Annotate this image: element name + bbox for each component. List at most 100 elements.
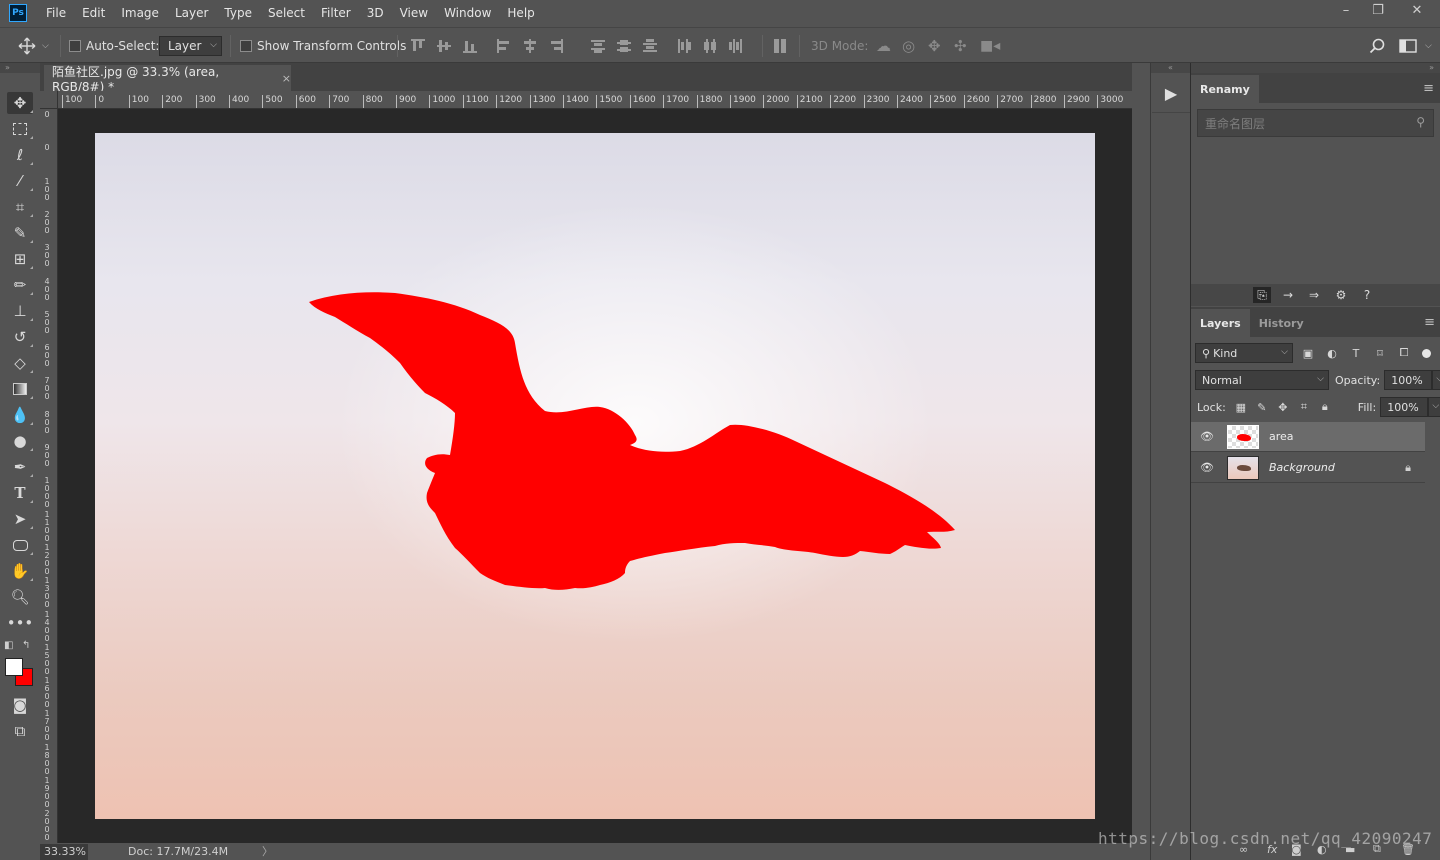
foreground-color-swatch[interactable] [5,658,23,676]
filter-adjustment-icon[interactable]: ◐ [1323,345,1341,361]
vertical-ruler[interactable]: 0 0 1 0 0 2 0 0 3 0 0 4 0 0 5 0 0 6 0 0 7 0 0 8 0… [40,109,58,843]
filter-pixel-icon[interactable]: ▣ [1299,345,1317,361]
3d-pan-button[interactable]: ✥ [928,28,941,64]
minimize-button[interactable]: – [1330,0,1362,20]
healing-tool[interactable]: ⊞ [7,248,33,270]
align-top-button[interactable] [410,28,426,64]
3d-roll-button[interactable]: ◎ [902,28,915,64]
blur-tool[interactable]: 💧 [7,404,33,426]
swap-colors-icon[interactable]: ↰ [22,640,30,651]
gradient-tool[interactable] [7,378,33,400]
history-brush-tool[interactable]: ↺ [7,326,33,348]
hand-tool[interactable]: ✋ [7,560,33,582]
tab-layers[interactable]: Layers [1191,309,1250,337]
3d-orbit-button[interactable]: ☁ [876,28,891,64]
close-button[interactable]: ✕ [1394,0,1440,20]
eraser-tool[interactable]: ◇ [7,352,33,374]
layer-row-area[interactable]: 👁︎ area [1191,422,1425,452]
workspace-button[interactable]: ⌵ [1399,28,1432,64]
distribute-left-button[interactable] [676,28,692,64]
horizontal-ruler[interactable]: 100 0 100 200 300 400 500 600 700 800 900 1000 1100 1… [58,91,1132,109]
menu-image[interactable]: Image [113,0,167,26]
magic-wand-tool[interactable]: ⁄ [7,170,33,192]
quick-mask-button[interactable]: ◙ [7,694,33,716]
menu-file[interactable]: File [38,0,74,26]
eyedropper-tool[interactable]: ✎ [7,222,33,244]
arrow-right-icon[interactable]: → [1279,287,1297,303]
type-tool[interactable]: T [7,482,33,504]
filter-type-icon[interactable]: T [1347,345,1365,361]
close-tab-icon[interactable]: × [282,72,291,85]
menu-layer[interactable]: Layer [167,0,216,26]
gear-icon[interactable]: ⚙ [1332,287,1350,303]
auto-align-button[interactable] [772,28,788,64]
tab-history[interactable]: History [1250,309,1313,337]
move-tool[interactable]: ✥ [7,92,33,114]
tab-renamy[interactable]: Renamy [1191,75,1259,103]
default-colors-icon[interactable]: ◧ [4,640,13,651]
panel-menu-icon[interactable]: ≡ [1424,315,1435,330]
lock-transparency-icon[interactable]: ▦ [1232,399,1250,415]
distribute-hcenter-button[interactable] [702,28,718,64]
distribute-top-button[interactable] [590,28,606,64]
document-tab[interactable]: 陌鱼社区.jpg @ 33.3% (area, RGB/8#) * × [44,65,291,94]
lasso-tool[interactable]: ℓ [7,144,33,166]
actions-panel-button[interactable]: ▶ [1152,75,1190,113]
filter-smart-object-icon[interactable]: ⧠ [1395,345,1413,361]
shape-tool[interactable] [7,534,33,556]
more-tools[interactable]: ••• [7,612,34,634]
menu-edit[interactable]: Edit [74,0,113,26]
3d-slide-button[interactable]: ✣ [954,28,967,64]
align-right-button[interactable] [548,28,564,64]
rename-layer-input[interactable]: 重命名图层 ⚲ [1197,109,1434,137]
auto-select-check[interactable] [69,40,81,52]
align-left-button[interactable] [496,28,512,64]
opacity-field[interactable]: 100% [1384,370,1433,390]
pen-tool[interactable]: ✒ [7,456,33,478]
menu-filter[interactable]: Filter [313,0,359,26]
blend-mode-dropdown[interactable]: Normal ⌵ [1195,370,1329,390]
menu-view[interactable]: View [392,0,436,26]
fill-field[interactable]: 100% [1380,397,1429,417]
search-button[interactable] [1369,28,1385,64]
menu-window[interactable]: Window [436,0,499,26]
distribute-bottom-button[interactable] [642,28,658,64]
distribute-vcenter-button[interactable] [616,28,632,64]
move-tool-preset[interactable]: ⌵ [18,28,49,64]
path-select-tool[interactable]: ➤ [7,508,33,530]
menu-type[interactable]: Type [216,0,260,26]
opacity-dropdown[interactable]: ⌵ [1432,370,1440,390]
strip-collapse[interactable]: « [1151,63,1190,73]
lock-position-icon[interactable]: ✥ [1274,399,1292,415]
toolbar-collapse[interactable]: » [0,63,40,73]
align-bottom-button[interactable] [462,28,478,64]
menu-3d[interactable]: 3D [359,0,392,26]
rename-icon[interactable]: ⎘ [1253,287,1271,303]
panels-collapse[interactable]: » [1191,63,1440,73]
align-hcenter-button[interactable] [522,28,538,64]
filter-toggle[interactable] [1417,345,1435,361]
filter-shape-icon[interactable]: ⌑ [1371,345,1389,361]
filter-kind-dropdown[interactable]: ⚲ Kind ⌵ [1195,343,1293,363]
lock-all-icon[interactable]: 🔒︎ [1316,399,1334,415]
ruler-origin[interactable] [40,91,58,109]
visibility-eye-icon[interactable]: 👁︎ [1195,461,1219,474]
marquee-tool[interactable] [7,118,33,140]
auto-select-checkbox[interactable]: Auto-Select: [69,28,159,64]
status-menu-arrow[interactable]: 〉 [262,843,273,859]
show-transform-checkbox[interactable]: Show Transform Controls [240,28,406,64]
align-vcenter-button[interactable] [436,28,452,64]
auto-select-target-dropdown[interactable]: Layer ⌵ [159,36,222,56]
dodge-tool[interactable]: ● [7,430,33,452]
show-transform-check[interactable] [240,40,252,52]
help-icon[interactable]: ? [1358,287,1376,303]
screen-mode-button[interactable]: ⧉ [7,720,33,742]
layer-row-background[interactable]: 👁︎ Background 🔒︎ [1191,453,1425,483]
fill-dropdown[interactable]: ⌵ [1428,397,1440,417]
menu-select[interactable]: Select [260,0,313,26]
brush-tool[interactable]: ✏ [7,274,33,296]
zoom-tool[interactable]: 🔍︎ [7,586,33,608]
double-arrow-icon[interactable]: ⇒ [1305,287,1323,303]
3d-scale-button[interactable]: ■◂ [980,28,1000,64]
lock-pixels-icon[interactable]: ✎ [1253,399,1271,415]
